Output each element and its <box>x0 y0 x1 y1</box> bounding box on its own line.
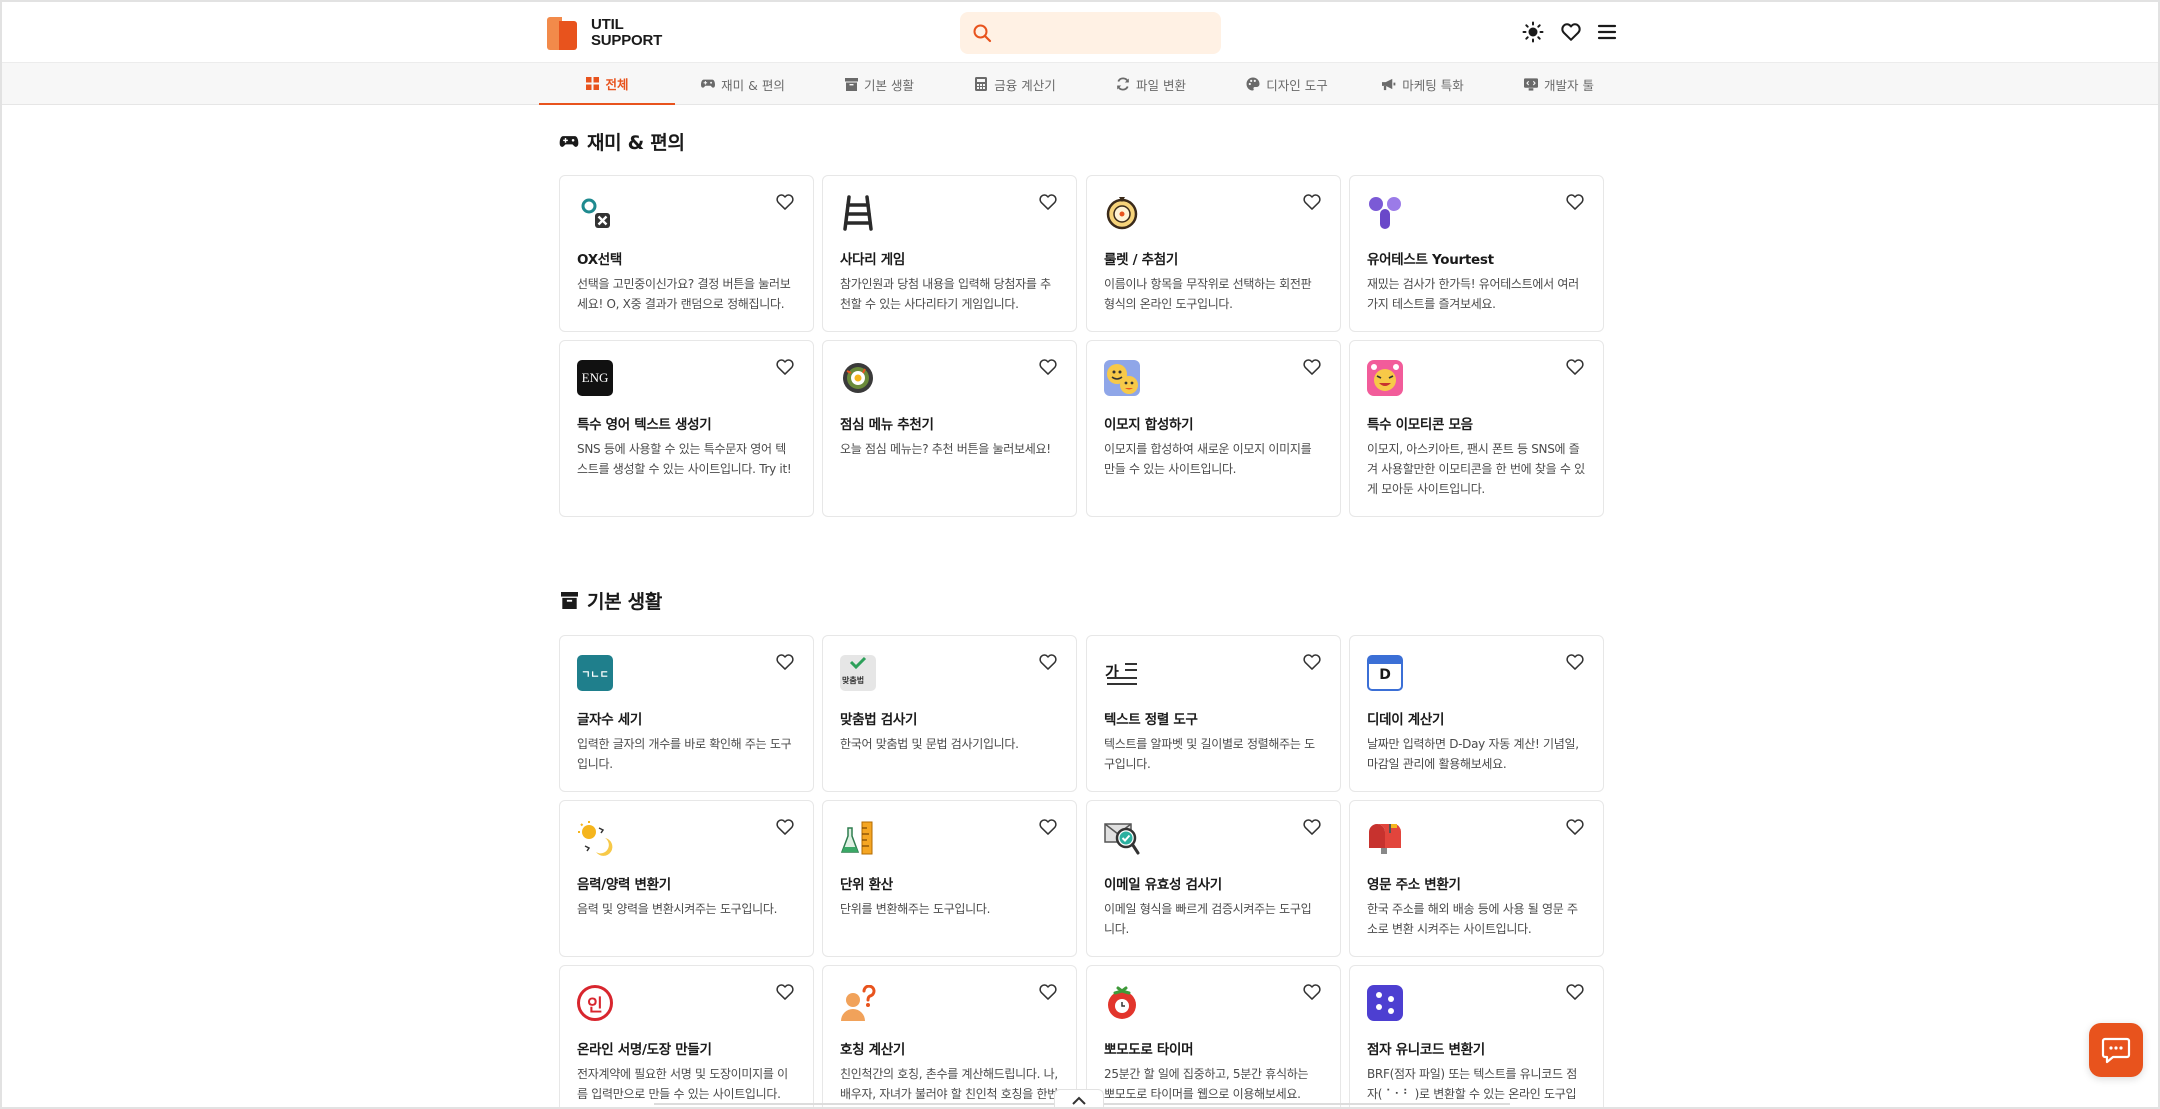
favorite-heart-icon[interactable] <box>1038 357 1058 377</box>
favorite-heart-icon[interactable] <box>1038 652 1058 672</box>
tool-card-lunch-menu[interactable]: 점심 메뉴 추천기 오늘 점심 메뉴는? 추천 버튼을 눌러보세요! <box>822 340 1077 517</box>
chevron-up-icon <box>1072 1096 1086 1105</box>
logo-mark-icon <box>547 16 577 50</box>
gamepad-icon <box>701 77 716 91</box>
favorite-heart-icon[interactable] <box>1565 652 1585 672</box>
search-input[interactable] <box>960 12 1221 54</box>
menu-icon[interactable] <box>1594 19 1620 45</box>
tool-card-text-sort[interactable]: 가 텍스트 정렬 도구 텍스트를 알파벳 및 길이별로 정렬해주는 도구입니다. <box>1086 635 1341 792</box>
tool-card-special-emoticon[interactable]: 특수 이모티콘 모음 이모지, 아스키아트, 팬시 폰트 등 SNS에 즐겨 사… <box>1349 340 1604 517</box>
tab-design[interactable]: 디자인 도구 <box>1219 63 1355 105</box>
sun-moon-icon <box>578 821 613 856</box>
ladder-icon <box>843 195 873 231</box>
archive-icon <box>844 77 858 91</box>
megaphone-icon <box>1382 77 1396 91</box>
refresh-icon <box>1116 77 1130 91</box>
favorite-heart-icon[interactable] <box>1302 192 1322 212</box>
braille-icon <box>1367 985 1403 1021</box>
search-icon <box>973 24 992 43</box>
dday-calendar-icon: D <box>1367 655 1403 691</box>
tool-card-english-address[interactable]: 영문 주소 변환기 한국 주소를 해외 배송 등에 사용 될 영문 주소로 변환… <box>1349 800 1604 957</box>
category-tabs: 전체 재미 & 편의 기본 생활 금융 계산기 파일 변환 디자인 도구 마케팅… <box>2 63 2158 105</box>
tool-card-kinship-title[interactable]: 호칭 계산기 친인척간의 호칭, 촌수를 계산해드립니다. 나, 배우자, 자녀… <box>822 965 1077 1107</box>
tab-marketing[interactable]: 마케팅 특화 <box>1355 63 1491 105</box>
tool-card-dday[interactable]: D 디데이 계산기 날짜만 입력하면 D-Day 자동 계산! 기념일, 마감일… <box>1349 635 1604 792</box>
tool-card-unit-convert[interactable]: 단위 환산 단위를 변환해주는 도구입니다. <box>822 800 1077 957</box>
sun-icon[interactable] <box>1520 19 1546 45</box>
tool-card-signature-stamp[interactable]: 인 온라인 서명/도장 만들기 전자계약에 필요한 서명 및 도장이미지를 이름… <box>559 965 814 1107</box>
top-header: UTIL SUPPORT <box>2 2 2158 63</box>
tab-developer[interactable]: 개발자 툴 <box>1491 63 1627 105</box>
site-logo[interactable]: UTIL SUPPORT <box>547 16 662 50</box>
favorite-heart-icon[interactable] <box>775 652 795 672</box>
favorite-heart-icon[interactable] <box>775 192 795 212</box>
heart-icon[interactable] <box>1558 19 1584 45</box>
favorite-heart-icon[interactable] <box>1302 982 1322 1002</box>
tab-finance[interactable]: 금융 계산기 <box>947 63 1083 105</box>
favorite-heart-icon[interactable] <box>775 817 795 837</box>
logo-text: UTIL SUPPORT <box>591 16 663 49</box>
favorite-heart-icon[interactable] <box>775 357 795 377</box>
favorite-heart-icon[interactable] <box>1038 192 1058 212</box>
calculator-icon <box>974 77 988 91</box>
spellcheck-icon: 맞춤법 <box>840 655 876 691</box>
email-check-icon <box>1104 823 1140 855</box>
tool-card-spellcheck[interactable]: 맞춤법 맞춤법 검사기 한국어 맞춤법 및 문법 검사기입니다. <box>822 635 1077 792</box>
gamepad-icon <box>559 132 579 152</box>
tool-card-char-count[interactable]: ㄱㄴㄷ 글자수 세기 입력한 글자의 개수를 바로 확인해 주는 도구입니다. <box>559 635 814 792</box>
tool-card-braille[interactable]: 점자 유니코드 변환기 BRF(점자 파일) 또는 텍스트를 유니코드 점자( … <box>1349 965 1604 1107</box>
section-title-fun: 재미 & 편의 <box>559 128 685 155</box>
tab-daily[interactable]: 기본 생활 <box>811 63 947 105</box>
ruler-flask-icon <box>840 821 873 855</box>
favorite-heart-icon[interactable] <box>1565 817 1585 837</box>
favorite-heart-icon[interactable] <box>775 982 795 1002</box>
favorite-heart-icon[interactable] <box>1302 357 1322 377</box>
app-window: UTIL SUPPORT 전체 재미 & 편의 기본 생활 금융 계산기 파일 … <box>0 0 2160 1109</box>
text-sort-icon: 가 <box>1105 663 1137 685</box>
emoji-mix-icon <box>1104 360 1140 396</box>
tool-card-roulette[interactable]: 룰렛 / 추첨기 이름이나 항목을 무작위로 선택하는 회전판 형식의 온라인 … <box>1086 175 1341 332</box>
grid-icon <box>585 76 599 90</box>
tab-fun[interactable]: 재미 & 편의 <box>675 63 811 105</box>
archive-icon <box>559 591 579 611</box>
chat-button[interactable] <box>2089 1023 2143 1077</box>
tool-card-special-english[interactable]: ENG 특수 영어 텍스트 생성기 SNS 등에 사용할 수 있는 특수문자 영… <box>559 340 814 517</box>
favorite-heart-icon[interactable] <box>1038 817 1058 837</box>
char-count-icon: ㄱㄴㄷ <box>577 655 613 691</box>
tool-card-lunar-solar[interactable]: 음력/양력 변환기 음력 및 양력을 변환시켜주는 도구입니다. <box>559 800 814 957</box>
tool-card-pomodoro[interactable]: 뽀모도로 타이머 25분간 할 일에 집중하고, 5분간 휴식하는 뽀모도로 타… <box>1086 965 1341 1107</box>
favorite-heart-icon[interactable] <box>1565 982 1585 1002</box>
mailbox-icon <box>1369 824 1402 854</box>
stamp-icon: 인 <box>577 985 613 1021</box>
person-question-icon <box>841 985 876 1021</box>
ox-icon <box>581 198 610 228</box>
tab-all[interactable]: 전체 <box>539 63 675 105</box>
emoticon-icon <box>1367 360 1403 396</box>
tab-file-convert[interactable]: 파일 변환 <box>1083 63 1219 105</box>
tool-card-ladder[interactable]: 사다리 게임 참가인원과 당첨 내용을 입력해 당첨자를 추천할 수 있는 사다… <box>822 175 1077 332</box>
bibimbap-icon <box>843 363 873 393</box>
roulette-icon <box>1106 197 1138 230</box>
favorite-heart-icon[interactable] <box>1565 192 1585 212</box>
palette-icon <box>1246 77 1260 91</box>
favorite-heart-icon[interactable] <box>1038 982 1058 1002</box>
favorite-heart-icon[interactable] <box>1302 652 1322 672</box>
tool-card-yourtest[interactable]: 유어테스트 Yourtest 재밌는 검사가 한가득! 유어테스트에서 여러가지… <box>1349 175 1604 332</box>
tool-card-ox[interactable]: OX선택 선택을 고민중이신가요? 결정 버튼을 눌러보세요! O, X중 결과… <box>559 175 814 332</box>
chat-bubble-icon <box>2101 1037 2131 1064</box>
tomato-icon <box>1108 986 1136 1019</box>
monitor-code-icon <box>1524 77 1538 91</box>
eng-icon: ENG <box>577 360 613 396</box>
scroll-top-button[interactable] <box>1054 1089 1104 1107</box>
section-title-daily: 기본 생활 <box>559 587 662 614</box>
favorite-heart-icon[interactable] <box>1302 817 1322 837</box>
tool-card-email-validate[interactable]: 이메일 유효성 검사기 이메일 형식을 빠르게 검증시켜주는 도구입니다. <box>1086 800 1341 957</box>
yourtest-logo-icon <box>1369 197 1401 229</box>
tool-card-emoji-mix[interactable]: 이모지 합성하기 이모지를 합성하여 새로운 이모지 이미지를 만들 수 있는 … <box>1086 340 1341 517</box>
favorite-heart-icon[interactable] <box>1565 357 1585 377</box>
